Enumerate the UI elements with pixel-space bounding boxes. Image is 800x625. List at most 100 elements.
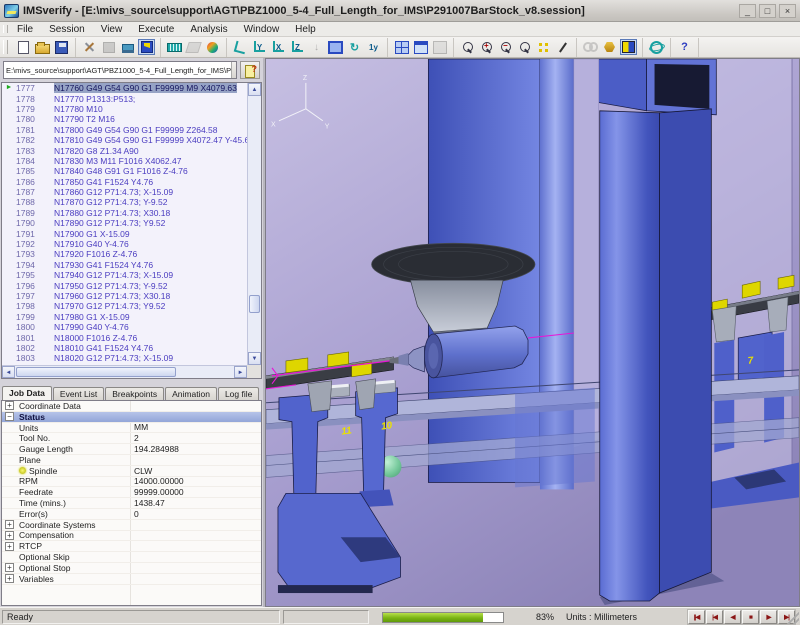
expand-icon[interactable]: + xyxy=(5,531,14,540)
tab-event-list[interactable]: Event List xyxy=(53,387,104,400)
view-refresh-icon[interactable]: ↻ xyxy=(346,39,363,55)
tree-row-spindle[interactable]: SpindleCLW xyxy=(2,466,261,477)
combobox-dropdown-arrow[interactable]: ▼ xyxy=(231,62,237,78)
menu-help[interactable]: Help xyxy=(288,23,323,36)
code-line-1795[interactable]: 1795N17940 G12 P71:4.73; X-15.09 xyxy=(2,270,247,280)
view-scale-1y-icon[interactable]: 1y xyxy=(365,39,382,55)
gcode-lines[interactable]: ►1777N17760 G49 G54 G90 G1 F99999 M9 X40… xyxy=(2,83,247,365)
view-axis-icon[interactable]: Z xyxy=(289,39,306,55)
panel-splitter[interactable] xyxy=(0,379,263,386)
code-line-1778[interactable]: 1778N17770 P1313:P513; xyxy=(2,93,247,103)
collapse-icon[interactable]: − xyxy=(5,412,14,421)
rotate-3d-icon[interactable] xyxy=(648,39,665,55)
code-line-1779[interactable]: 1779N17780 M10 xyxy=(2,104,247,114)
code-line-1782[interactable]: 1782N17810 G49 G54 G90 G1 F99999 X4072.4… xyxy=(2,135,247,145)
tree-row-rtcp[interactable]: +RTCP xyxy=(2,541,261,552)
tree-row-compensation[interactable]: +Compensation xyxy=(2,531,261,542)
menu-analysis[interactable]: Analysis xyxy=(183,23,234,36)
code-line-1790[interactable]: 1790N17890 G12 P71:4.73; Y9.52 xyxy=(2,218,247,228)
code-line-1802[interactable]: 1802N18010 G41 F1524 Y4.76 xyxy=(2,343,247,353)
menu-view[interactable]: View xyxy=(94,23,130,36)
tree-row-status[interactable]: −Status xyxy=(2,412,261,423)
vertical-scrollbar[interactable]: ▲ ▼ xyxy=(247,83,261,365)
tree-row-units[interactable]: UnitsMM xyxy=(2,423,261,434)
code-line-1796[interactable]: 1796N17950 G12 P71:4.73; Y-9.52 xyxy=(2,280,247,290)
horizontal-scrollbar[interactable]: ◄ ► xyxy=(2,365,247,378)
open-folder-icon[interactable] xyxy=(34,39,51,55)
zoom-previous-icon[interactable] xyxy=(516,39,533,55)
tools-hammer-icon[interactable] xyxy=(81,39,98,55)
scroll-right-button[interactable]: ► xyxy=(234,366,247,378)
zoom-window-icon[interactable] xyxy=(459,39,476,55)
code-line-1781[interactable]: 1781N17800 G49 G54 G90 G1 F99999 Z264.58 xyxy=(2,125,247,135)
new-document-icon[interactable] xyxy=(15,39,32,55)
code-line-1800[interactable]: 1800N17990 G40 Y-4.76 xyxy=(2,322,247,332)
vertical-scroll-thumb[interactable] xyxy=(249,295,260,313)
measure-distance-icon[interactable] xyxy=(166,39,183,55)
tree-row-variables[interactable]: +Variables xyxy=(2,574,261,585)
reset-orientation-icon[interactable] xyxy=(204,39,221,55)
code-line-1788[interactable]: 1788N17870 G12 P71:4.73; Y-9.52 xyxy=(2,197,247,207)
save-icon[interactable] xyxy=(53,39,70,55)
tree-row-optional-stop[interactable]: +Optional Stop xyxy=(2,563,261,574)
tree-row-optional-skip[interactable]: Optional Skip xyxy=(2,552,261,563)
go-to-start-button[interactable]: ||◀ xyxy=(688,610,705,624)
code-line-1784[interactable]: 1784N17830 M3 M11 F1016 X4062.47 xyxy=(2,156,247,166)
single-window-icon[interactable] xyxy=(412,39,429,55)
menu-execute[interactable]: Execute xyxy=(131,23,181,36)
select-tool-icon[interactable] xyxy=(554,39,571,55)
code-line-1794[interactable]: 1794N17930 G41 F1524 Y4.76 xyxy=(2,260,247,270)
stock-setup-icon[interactable] xyxy=(100,39,117,55)
menu-file[interactable]: File xyxy=(10,23,40,36)
tab-job-data[interactable]: Job Data xyxy=(2,386,52,400)
resize-grip[interactable] xyxy=(787,612,799,624)
compare-icon[interactable] xyxy=(185,39,202,55)
close-button[interactable]: × xyxy=(779,4,796,18)
code-line-1797[interactable]: 1797N17960 G12 P71:4.73; X30.18 xyxy=(2,291,247,301)
tab-animation[interactable]: Animation xyxy=(165,387,217,400)
minimize-button[interactable]: _ xyxy=(739,4,756,18)
code-line-1786[interactable]: 1786N17850 G41 F1524 Y4.76 xyxy=(2,177,247,187)
tree-row-coordinate-data[interactable]: +Coordinate Data xyxy=(2,401,261,412)
machine-setup-icon[interactable] xyxy=(119,39,136,55)
menu-window[interactable]: Window xyxy=(237,23,287,36)
verify-mode-icon[interactable] xyxy=(138,39,155,55)
tree-row-rpm[interactable]: RPM14000.00000 xyxy=(2,477,261,488)
scroll-up-button[interactable]: ▲ xyxy=(248,83,261,96)
zoom-extents-icon[interactable] xyxy=(535,39,552,55)
zoom-in-icon[interactable]: + xyxy=(478,39,495,55)
code-line-1789[interactable]: 1789N17880 G12 P71:4.73; X30.18 xyxy=(2,208,247,218)
step-back-button[interactable]: |◀ xyxy=(706,610,723,624)
code-line-1787[interactable]: 1787N17860 G12 P71:4.73; X-15.09 xyxy=(2,187,247,197)
expand-icon[interactable]: + xyxy=(5,563,14,572)
3d-viewport[interactable]: 7 11 10 xyxy=(265,58,800,607)
tree-row-coordinate-systems[interactable]: +Coordinate Systems xyxy=(2,520,261,531)
file-info-button[interactable] xyxy=(240,61,260,79)
expand-icon[interactable]: + xyxy=(5,574,14,583)
code-line-1783[interactable]: 1783N17820 G8 Z1.34 A90 xyxy=(2,145,247,155)
material-removal-icon[interactable] xyxy=(601,39,618,55)
job-data-tree[interactable]: +Coordinate Data−StatusUnitsMMTool No.2G… xyxy=(1,400,262,606)
tree-row-plane[interactable]: Plane xyxy=(2,455,261,466)
code-line-1791[interactable]: 1791N17900 G1 X-15.09 xyxy=(2,228,247,238)
code-line-1798[interactable]: 1798N17970 G12 P71:4.73; Y9.52 xyxy=(2,301,247,311)
tree-row-time-mins-[interactable]: Time (mins.)1438.47 xyxy=(2,498,261,509)
help-icon[interactable]: ? xyxy=(676,39,693,55)
tree-row-gauge-length[interactable]: Gauge Length194.284988 xyxy=(2,444,261,455)
code-line-1792[interactable]: 1792N17910 G40 Y-4.76 xyxy=(2,239,247,249)
file-path-combobox[interactable]: E:\mivs_source\support\AGT\PBZ1000_5-4_F… xyxy=(3,61,237,79)
expand-icon[interactable]: + xyxy=(5,401,14,410)
zoom-out-icon[interactable]: − xyxy=(497,39,514,55)
code-line-1777[interactable]: ►1777N17760 G49 G54 G90 G1 F99999 M9 X40… xyxy=(2,83,247,93)
tile-windows-icon[interactable] xyxy=(393,39,410,55)
expand-icon[interactable]: + xyxy=(5,520,14,529)
play-forward-button[interactable]: ▶ xyxy=(760,610,777,624)
code-line-1793[interactable]: 1793N17920 F1016 Z-4.76 xyxy=(2,249,247,259)
view-axis-icon[interactable]: X xyxy=(270,39,287,55)
code-line-1799[interactable]: 1799N17980 G1 X-15.09 xyxy=(2,312,247,322)
tab-breakpoints[interactable]: Breakpoints xyxy=(105,387,164,400)
view-isometric-icon[interactable] xyxy=(232,39,249,55)
section-view-icon[interactable] xyxy=(620,39,637,55)
maximize-button[interactable]: □ xyxy=(759,4,776,18)
code-line-1785[interactable]: 1785N17840 G48 G91 G1 F1016 Z-4.76 xyxy=(2,166,247,176)
